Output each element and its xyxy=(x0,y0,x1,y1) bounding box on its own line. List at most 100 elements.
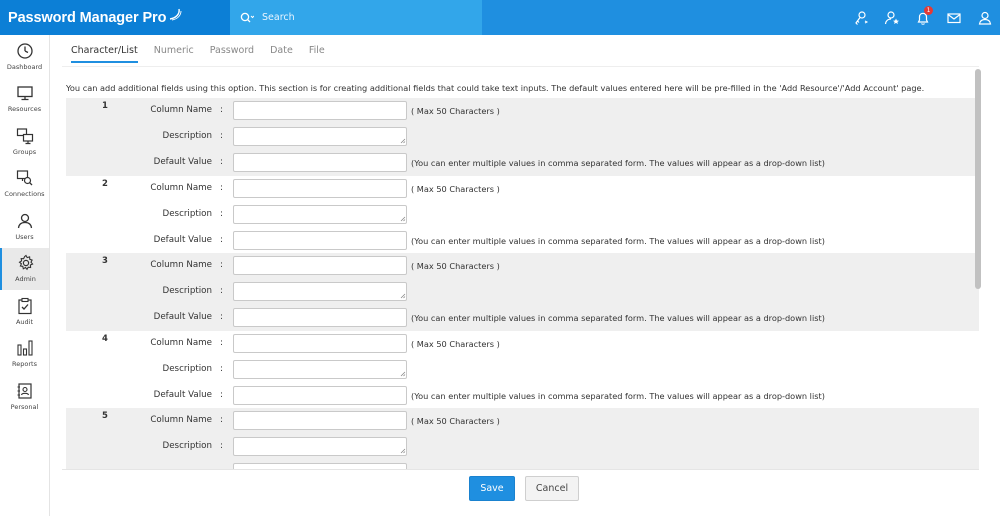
sidebar-item-admin[interactable]: Admin xyxy=(0,247,49,290)
description-textarea[interactable] xyxy=(233,204,407,224)
default-value-label: Default Value xyxy=(153,234,212,245)
user-icon xyxy=(17,213,32,228)
default-value-input[interactable] xyxy=(233,308,407,327)
sidebar-item-label: Groups xyxy=(12,147,37,156)
sidebar-item-label: Dashboard xyxy=(6,62,43,71)
max-chars-hint: ( Max 50 Characters ) xyxy=(411,106,500,116)
column-name-row: Column Name : ( Max 50 Characters ) xyxy=(66,101,979,121)
clipboard-icon xyxy=(17,297,32,314)
sidebar-item-label: Reports xyxy=(12,360,37,369)
connections-icon xyxy=(16,170,32,186)
search-bar[interactable] xyxy=(230,0,482,35)
logo-swoosh-icon xyxy=(170,8,182,20)
cancel-button[interactable]: Cancel xyxy=(525,476,579,501)
max-chars-hint: ( Max 50 Characters ) xyxy=(411,338,500,349)
description-textarea[interactable] xyxy=(233,282,407,301)
sidebar-item-label: Connections xyxy=(4,190,45,199)
default-value-input[interactable] xyxy=(233,230,407,250)
column-name-label: Column Name xyxy=(150,105,212,115)
field-block: 1 Column Name : ( Max 50 Characters ) De… xyxy=(66,98,979,176)
column-name-input[interactable] xyxy=(233,333,407,353)
column-name-row: Column Name : ( Max 50 Characters ) xyxy=(66,256,979,276)
default-value-input[interactable] xyxy=(233,385,407,405)
save-button[interactable]: Save xyxy=(469,476,515,501)
resize-grip-icon[interactable] xyxy=(400,216,406,222)
column-name-row: Column Name : ( Max 50 Characters ) xyxy=(66,178,979,199)
sidebar-item-reports[interactable]: Reports xyxy=(0,333,49,376)
default-value-label: Default Value xyxy=(153,389,212,400)
default-value-row: Default Value : (You can enter multiple … xyxy=(66,230,979,251)
column-name-label: Column Name xyxy=(150,415,212,425)
column-name-input[interactable] xyxy=(233,411,407,430)
gear-icon xyxy=(18,254,34,271)
app-logo[interactable]: Password Manager Pro xyxy=(0,0,230,35)
sidebar-item-label: Resources xyxy=(7,105,42,114)
description-label: Description xyxy=(162,286,212,296)
resize-grip-icon[interactable] xyxy=(400,138,406,144)
colon: : xyxy=(220,260,223,270)
default-value-row: Default Value : (You can enter multiple … xyxy=(66,153,979,173)
groups-icon xyxy=(16,128,33,144)
bar-chart-icon xyxy=(16,340,33,356)
max-chars-hint: ( Max 50 Characters ) xyxy=(411,416,500,426)
sidebar-item-label: Personal xyxy=(10,402,39,411)
colon: : xyxy=(220,157,223,167)
sidebar-item-personal[interactable]: Personal xyxy=(0,375,49,418)
field-block: 2 Column Name : ( Max 50 Characters ) De… xyxy=(66,176,979,254)
tab-password[interactable]: Password xyxy=(210,45,254,63)
description-label: Description xyxy=(162,441,212,451)
dashboard-icon xyxy=(16,43,33,59)
key-user-icon[interactable] xyxy=(845,0,876,35)
column-name-input[interactable] xyxy=(233,101,407,120)
description-textarea[interactable] xyxy=(233,359,407,379)
footer-divider xyxy=(62,469,979,470)
default-value-label: Default Value xyxy=(153,157,212,167)
sidebar: Dashboard Resources Groups Connections U… xyxy=(0,35,50,516)
tab-numeric[interactable]: Numeric xyxy=(154,45,194,63)
resize-grip-icon[interactable] xyxy=(400,448,406,454)
sidebar-item-label: Admin xyxy=(15,275,36,284)
tab-file[interactable]: File xyxy=(309,45,325,63)
description-textarea[interactable] xyxy=(233,437,407,456)
colon: : xyxy=(220,415,223,425)
search-icon[interactable] xyxy=(240,12,254,24)
app-title: Password Manager Pro xyxy=(8,9,167,26)
default-value-label: Default Value xyxy=(153,312,212,322)
colon: : xyxy=(220,363,223,374)
description-textarea[interactable] xyxy=(233,127,407,146)
content-scrollbar[interactable] xyxy=(975,69,981,469)
user-star-icon[interactable] xyxy=(876,0,907,35)
sidebar-item-users[interactable]: Users xyxy=(0,205,49,248)
sidebar-item-resources[interactable]: Resources xyxy=(0,78,49,121)
sidebar-item-audit[interactable]: Audit xyxy=(0,290,49,333)
max-chars-hint: ( Max 50 Characters ) xyxy=(411,183,500,194)
tab-character-list[interactable]: Character/List xyxy=(71,45,138,63)
default-value-hint: (You can enter multiple values in comma … xyxy=(411,313,825,323)
colon: : xyxy=(220,182,223,193)
sidebar-item-dashboard[interactable]: Dashboard xyxy=(0,35,49,78)
description-row: Description : xyxy=(66,204,979,225)
resize-grip-icon[interactable] xyxy=(400,293,406,299)
default-value-input[interactable] xyxy=(233,153,407,172)
colon: : xyxy=(220,389,223,400)
description-row: Description : xyxy=(66,127,979,147)
description-label: Description xyxy=(162,131,212,141)
search-input[interactable] xyxy=(262,12,462,23)
tab-date[interactable]: Date xyxy=(270,45,293,63)
bell-icon[interactable]: 1 xyxy=(907,0,938,35)
contact-book-icon xyxy=(17,383,32,399)
column-name-input[interactable] xyxy=(233,178,407,198)
colon: : xyxy=(220,105,223,115)
resize-grip-icon[interactable] xyxy=(400,371,406,377)
mail-icon[interactable] xyxy=(938,0,969,35)
description-label: Description xyxy=(162,363,212,374)
default-value-row: Default Value : (You can enter multiple … xyxy=(66,308,979,328)
column-name-input[interactable] xyxy=(233,256,407,275)
sidebar-item-connections[interactable]: Connections xyxy=(0,163,49,206)
user-account-icon[interactable] xyxy=(969,0,1000,35)
column-name-label: Column Name xyxy=(150,260,212,270)
sidebar-item-groups[interactable]: Groups xyxy=(0,120,49,163)
tabs-divider xyxy=(62,66,979,67)
scrollbar-thumb[interactable] xyxy=(975,69,981,289)
notification-badge: 1 xyxy=(924,6,933,15)
